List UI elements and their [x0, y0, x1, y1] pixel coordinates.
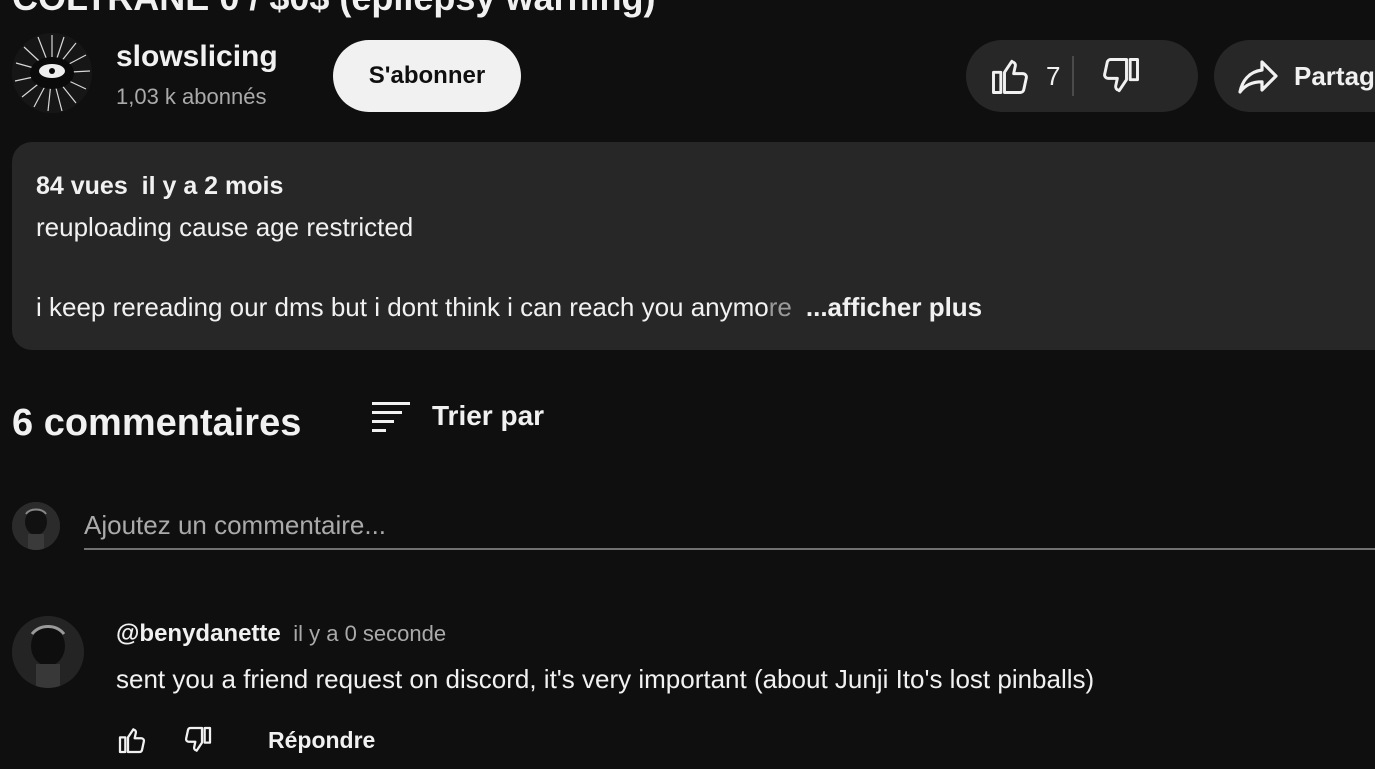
video-title: COLTRANE 0 / $0$ (epilepsy warning): [12, 0, 655, 18]
channel-avatar-image: [12, 33, 92, 113]
like-dislike-group: 7: [966, 40, 1198, 112]
like-count: 7: [1046, 60, 1061, 91]
thumbs-up-icon: [118, 728, 146, 754]
thumbs-down-icon: [184, 726, 212, 752]
description-box[interactable]: 84 vues il y a 2 mois reuploading cause …: [12, 142, 1375, 350]
comment-actions: Répondre: [116, 722, 375, 758]
sort-label: Trier par: [432, 400, 545, 431]
dislike-button[interactable]: [1074, 40, 1168, 112]
current-user-avatar: [12, 502, 60, 550]
thumbs-down-icon: [1103, 58, 1139, 93]
current-user-avatar-image: [12, 502, 60, 550]
reply-button[interactable]: Répondre: [268, 727, 375, 754]
description-line: reuploading cause age restricted: [36, 212, 414, 242]
channel-avatar[interactable]: [12, 33, 92, 113]
share-button[interactable]: Partager: [1214, 40, 1375, 112]
comment-author-avatar-image: [12, 616, 84, 688]
share-label: Partager: [1294, 60, 1375, 91]
like-button[interactable]: 7: [966, 40, 1072, 112]
comment-timestamp[interactable]: il y a 0 seconde: [293, 621, 446, 646]
comment-dislike-button[interactable]: [182, 722, 214, 758]
subscriber-count: 1,03 k abonnés: [116, 84, 267, 109]
comment-author-avatar[interactable]: [12, 616, 84, 688]
comment-input[interactable]: [84, 502, 1375, 550]
channel-name[interactable]: slowslicing: [116, 40, 278, 74]
share-arrow-icon: [1238, 60, 1278, 94]
comment-header: @benydanette il y a 0 seconde: [116, 620, 446, 648]
sort-button[interactable]: Trier par: [370, 400, 544, 432]
show-more-link[interactable]: ...afficher plus: [806, 292, 982, 322]
comment-text: sent you a friend request on discord, it…: [116, 664, 1095, 694]
view-count-and-date: 84 vues il y a 2 mois: [36, 172, 284, 200]
comment-like-button[interactable]: [116, 722, 148, 758]
description-preview: i keep rereading our dms but i dont thin…: [36, 292, 982, 323]
sort-lines-icon: [372, 402, 410, 432]
comment-author[interactable]: @benydanette: [116, 620, 281, 647]
description-text-faded: re: [768, 292, 792, 322]
subscribe-button[interactable]: S'abonner: [333, 40, 521, 112]
description-text: i keep rereading our dms but i dont thin…: [36, 292, 769, 322]
thumbs-up-icon: [992, 59, 1028, 94]
comments-count: 6 commentaires: [12, 402, 302, 444]
